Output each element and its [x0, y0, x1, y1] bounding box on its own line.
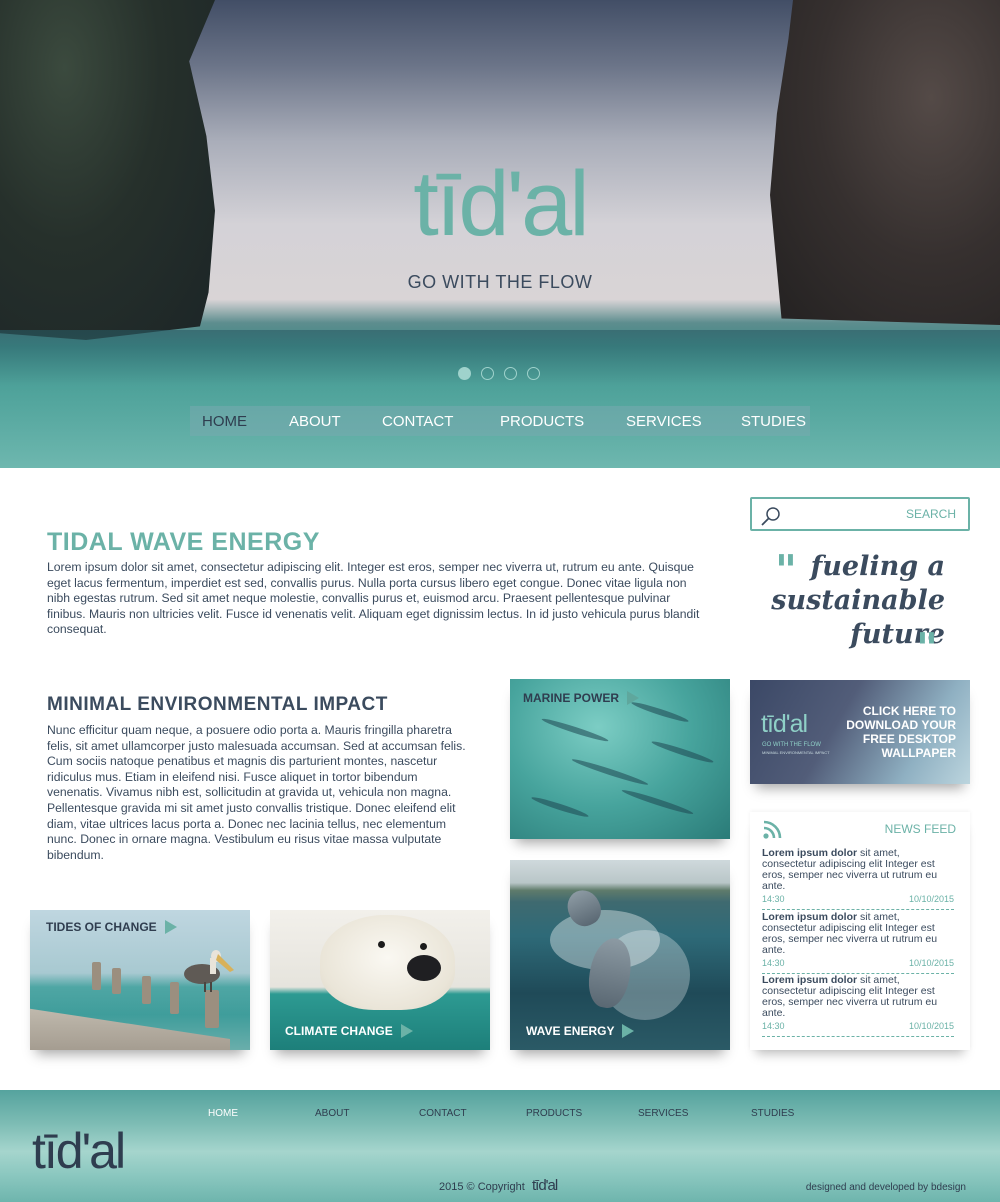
card-title: CLIMATE CHANGE	[285, 1024, 393, 1038]
nav-contact[interactable]: CONTACT	[382, 413, 453, 430]
main-nav: HOME ABOUT CONTACT PRODUCTS SERVICES STU…	[190, 406, 810, 436]
card-label-marine-power: MARINE POWER	[523, 691, 639, 705]
footer-nav-studies[interactable]: STUDIES	[751, 1108, 794, 1119]
news-item-meta: 14:30 10/10/2015	[762, 1021, 954, 1032]
card-tides-of-change[interactable]: TIDES OF CHANGE	[30, 910, 250, 1050]
hero-banner: tīd'al GO WITH THE FLOW HOME ABOUT CONTA…	[0, 0, 1000, 468]
footer-credit: designed and developed by bdesign	[805, 1182, 966, 1193]
fish-shape	[571, 756, 649, 788]
pelican-image	[184, 950, 234, 992]
slider-dot-3[interactable]	[504, 367, 517, 380]
nav-home[interactable]: HOME	[202, 413, 247, 430]
pier-shape	[30, 1008, 230, 1050]
news-item-meta: 14:30 10/10/2015	[762, 958, 954, 969]
play-arrow-icon	[400, 1024, 413, 1038]
footer-nav-contact[interactable]: CONTACT	[419, 1108, 467, 1119]
search-input[interactable]	[788, 503, 898, 525]
search-icon	[761, 507, 780, 526]
nav-services[interactable]: SERVICES	[626, 413, 702, 430]
pier-post	[170, 982, 179, 1014]
news-feed: NEWS FEED Lorem ipsum dolor sit amet, co…	[750, 812, 970, 1050]
footer-copyright: 2015 © Copyright	[439, 1181, 525, 1193]
news-item-time: 14:30	[762, 894, 785, 904]
fish-shape	[540, 716, 610, 744]
nav-studies[interactable]: STUDIES	[741, 413, 806, 430]
slider-dots	[458, 367, 540, 380]
news-feed-title: NEWS FEED	[884, 822, 956, 836]
news-item[interactable]: Lorem ipsum dolor sit amet, consectetur …	[762, 848, 954, 910]
footer-nav-home[interactable]: HOME	[208, 1108, 238, 1119]
play-arrow-icon	[164, 920, 177, 934]
polar-bear-image	[320, 915, 455, 1010]
card-label-tides-of-change: TIDES OF CHANGE	[46, 920, 177, 934]
section-body-minimal-impact: Nunc efficitur quam neque, a posuere odi…	[47, 723, 466, 862]
news-item-date: 10/10/2015	[908, 958, 954, 968]
quote-line-1: fueling a	[810, 551, 945, 582]
card-title: WAVE ENERGY	[526, 1024, 615, 1038]
sea	[0, 330, 1000, 468]
rss-icon[interactable]	[762, 820, 782, 840]
quote-block: " fueling a sustainable future "	[750, 550, 970, 670]
fish-shape	[530, 794, 590, 820]
section-heading-minimal-impact: MINIMAL ENVIRONMENTAL IMPACT	[47, 694, 388, 715]
close-quote-icon: "	[916, 624, 938, 673]
pier-post	[112, 968, 121, 994]
section-heading-tidal-wave-energy: TIDAL WAVE ENERGY	[47, 528, 320, 556]
wallpaper-subtagline: MINIMAL ENVIRONMENTAL IMPACT	[762, 750, 830, 755]
fish-shape	[620, 787, 695, 817]
pier-post	[92, 962, 101, 990]
card-label-climate-change: CLIMATE CHANGE	[285, 1024, 413, 1038]
news-item[interactable]: Lorem ipsum dolor sit amet, consectetur …	[762, 912, 954, 974]
search-button[interactable]: SEARCH	[906, 507, 956, 521]
news-item[interactable]: Lorem ipsum dolor sit amet, consectetur …	[762, 975, 954, 1037]
wallpaper-tagline: GO WITH THE FLOW	[762, 742, 821, 748]
pier-post	[142, 976, 151, 1004]
news-item-date: 10/10/2015	[908, 894, 954, 904]
footer: HOME ABOUT CONTACT PRODUCTS SERVICES STU…	[0, 1090, 1000, 1202]
slider-dot-4[interactable]	[527, 367, 540, 380]
pier-post	[205, 990, 219, 1028]
news-item-time: 14:30	[762, 1021, 785, 1031]
nav-about[interactable]: ABOUT	[289, 413, 341, 430]
card-title: TIDES OF CHANGE	[46, 920, 157, 934]
footer-nav-services[interactable]: SERVICES	[638, 1108, 688, 1119]
play-arrow-icon	[622, 1024, 635, 1038]
quote-line-2: sustainable	[771, 585, 945, 616]
footer-copyright-logo: tīd'al	[532, 1177, 558, 1194]
wallpaper-download-link[interactable]: CLICK HERE TO DOWNLOAD YOUR FREE DESKTOP…	[836, 704, 956, 760]
slider-dot-1[interactable]	[458, 367, 471, 380]
slider-dot-2[interactable]	[481, 367, 494, 380]
nav-products[interactable]: PRODUCTS	[500, 413, 584, 430]
footer-nav-about[interactable]: ABOUT	[315, 1108, 349, 1119]
bear-nose	[407, 955, 441, 981]
news-item-time: 14:30	[762, 958, 785, 968]
search-box: SEARCH	[750, 497, 970, 531]
section-body-tidal-wave-energy: Lorem ipsum dolor sit amet, consectetur …	[47, 560, 700, 637]
card-wave-energy[interactable]: WAVE ENERGY	[510, 860, 730, 1050]
news-item-date: 10/10/2015	[908, 1021, 954, 1031]
card-title: MARINE POWER	[523, 691, 619, 705]
wallpaper-logo: tīd'al	[761, 710, 808, 738]
news-item-meta: 14:30 10/10/2015	[762, 894, 954, 905]
fish-shape	[630, 699, 690, 725]
play-arrow-icon	[627, 691, 639, 705]
card-climate-change[interactable]: CLIMATE CHANGE	[270, 910, 490, 1050]
footer-logo[interactable]: tīd'al	[32, 1122, 126, 1180]
hero-tagline: GO WITH THE FLOW	[407, 272, 593, 292]
card-label-wave-energy: WAVE ENERGY	[526, 1024, 635, 1038]
bear-eye	[420, 943, 427, 950]
fish-shape	[650, 739, 715, 765]
footer-nav-products[interactable]: PRODUCTS	[526, 1108, 582, 1119]
hero-logo: tīd'al	[413, 153, 589, 255]
bear-eye	[378, 941, 385, 948]
card-marine-power[interactable]: MARINE POWER	[510, 679, 730, 839]
wallpaper-download-banner[interactable]: tīd'al GO WITH THE FLOW MINIMAL ENVIRONM…	[750, 680, 970, 784]
